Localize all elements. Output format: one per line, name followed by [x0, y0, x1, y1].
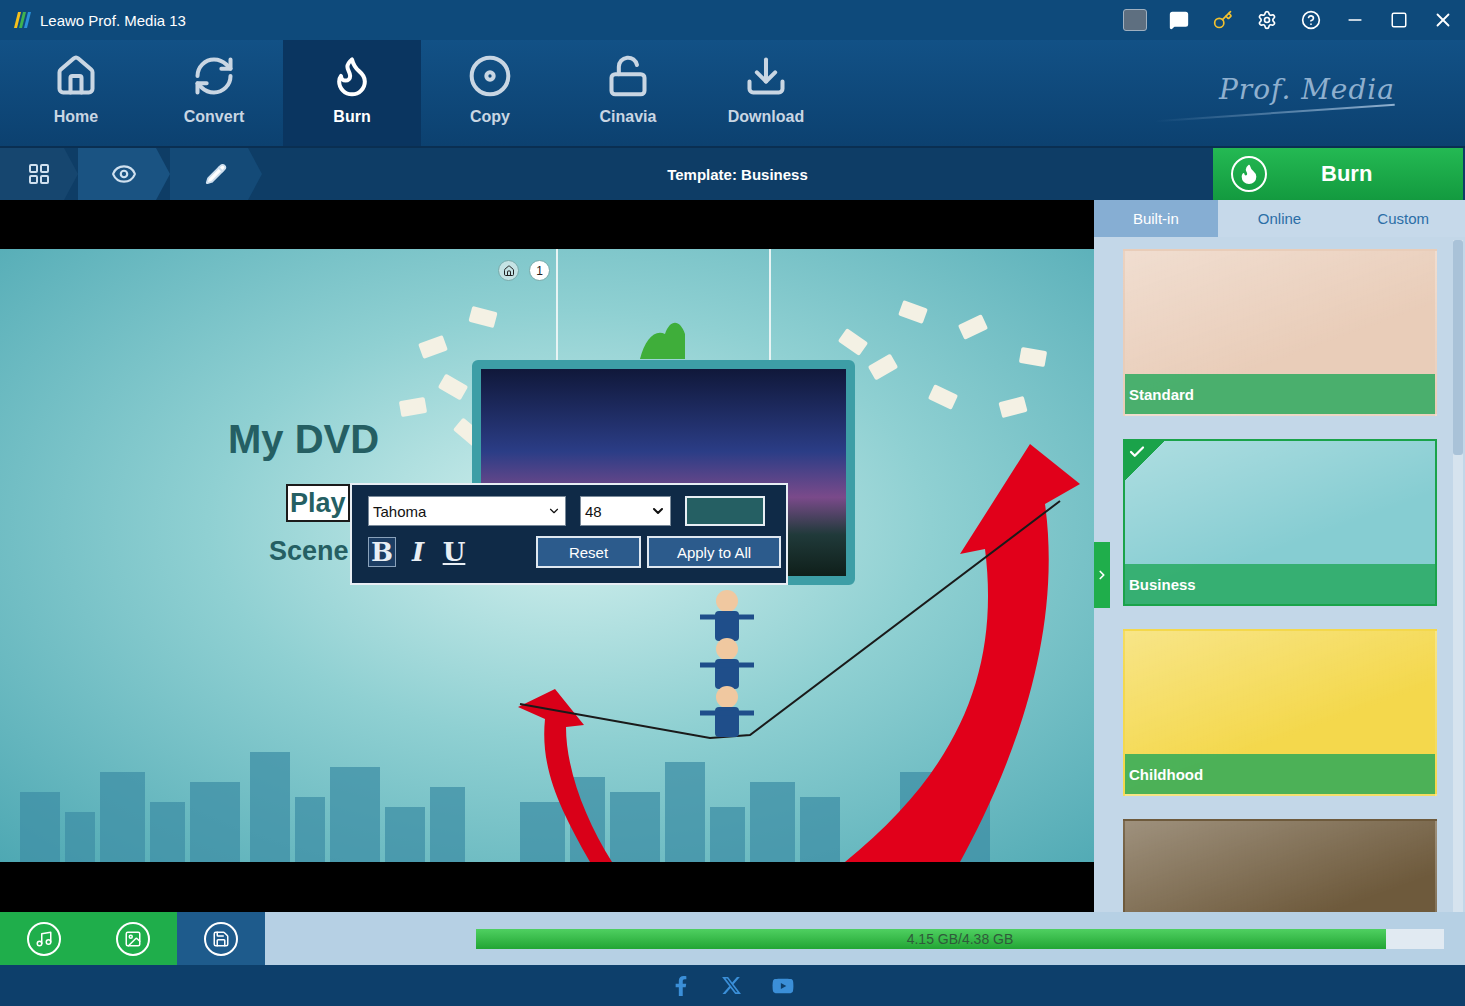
- color-swatch[interactable]: [685, 496, 765, 526]
- chat-icon: [1169, 10, 1189, 30]
- nav-item[interactable]: Copy: [421, 40, 559, 146]
- disc-usage-bar: 4.15 GB/4.38 GB: [476, 929, 1444, 949]
- flame-icon: [1238, 163, 1260, 185]
- menu-item[interactable]: Play: [286, 484, 350, 522]
- menu-item[interactable]: Scene: [265, 532, 353, 570]
- underline-button[interactable]: U: [440, 537, 468, 567]
- nav-item[interactable]: Convert: [145, 40, 283, 146]
- key-icon: [1213, 10, 1233, 30]
- close-button[interactable]: [1431, 8, 1455, 32]
- maximize-icon: [1390, 11, 1408, 29]
- module-nav: HomeConvertBurnCopyCinaviaDownload Prof. …: [0, 40, 1465, 148]
- settings-button[interactable]: [1255, 8, 1279, 32]
- overview-button[interactable]: [0, 148, 78, 200]
- burn-icon: [330, 54, 374, 98]
- bottom-bar: 4.15 GB/4.38 GB: [0, 912, 1465, 965]
- register-button[interactable]: [1211, 8, 1235, 32]
- font-select[interactable]: Tahoma: [368, 496, 566, 526]
- eye-icon: [111, 161, 137, 187]
- template-tab[interactable]: Custom: [1341, 200, 1465, 237]
- template-tab[interactable]: Built-in: [1094, 200, 1218, 237]
- image-icon: [124, 930, 142, 948]
- help-button[interactable]: [1299, 8, 1323, 32]
- size-select[interactable]: 48: [580, 496, 671, 526]
- toolbar: Template: BusinessBurn: [0, 148, 1465, 200]
- grid-icon: [27, 162, 51, 186]
- nav-item[interactable]: Cinavia: [559, 40, 697, 146]
- italic-button[interactable]: I: [404, 537, 432, 567]
- reset-button[interactable]: Reset: [536, 536, 641, 568]
- template-card[interactable]: Childhood: [1123, 629, 1437, 796]
- template-card[interactable]: Standard: [1123, 249, 1437, 416]
- gear-icon: [1257, 10, 1277, 30]
- menu-canvas: 1 My DVD Play Scene Tahoma 48 BIU ResetApply to…: [0, 249, 1094, 862]
- menu-title[interactable]: My DVD: [228, 417, 379, 462]
- youtube-icon[interactable]: [772, 975, 794, 997]
- template-name: Business: [1125, 564, 1435, 604]
- dropdown-arrow-icon: [650, 503, 666, 519]
- convert-icon: [192, 54, 236, 98]
- title-bar: Leawo Prof. Media 13: [0, 0, 1465, 40]
- save-icon: [212, 930, 230, 948]
- apply-all-button[interactable]: Apply to All: [647, 536, 781, 568]
- music-button[interactable]: [0, 912, 88, 965]
- panel-toggle[interactable]: [1094, 542, 1110, 608]
- copy-icon: [468, 54, 512, 98]
- app-logo-icon: [12, 10, 32, 30]
- dropdown-arrow-icon: [547, 504, 561, 518]
- template-scrollbar[interactable]: [1453, 240, 1463, 912]
- maximize-button[interactable]: [1387, 8, 1411, 32]
- save-button[interactable]: [177, 912, 265, 965]
- feedback-button[interactable]: [1167, 8, 1191, 32]
- font-editor: Tahoma 48 BIU ResetApply to All: [350, 483, 788, 585]
- template-card[interactable]: [1123, 819, 1437, 912]
- nav-item[interactable]: Home: [7, 40, 145, 146]
- menu-preview: 1 My DVD Play Scene Tahoma 48 BIU ResetApply to…: [0, 200, 1094, 912]
- arrow-right-icon: [1095, 568, 1109, 582]
- music-icon: [35, 930, 53, 948]
- check-icon: [1128, 443, 1146, 461]
- template-tab[interactable]: Online: [1218, 200, 1342, 237]
- template-panel: Built-inOnlineCustom Standard Business Chil…: [1094, 200, 1465, 912]
- main-area: 1 My DVD Play Scene Tahoma 48 BIU ResetApply to…: [0, 200, 1465, 912]
- cinavia-icon: [606, 54, 650, 98]
- nav-item[interactable]: Download: [697, 40, 835, 146]
- pencil-icon: [205, 163, 227, 185]
- footer: [0, 965, 1465, 1006]
- nav-item[interactable]: Burn: [283, 40, 421, 146]
- minimize-icon: [1345, 10, 1365, 30]
- page-button[interactable]: 1: [529, 260, 550, 281]
- template-card[interactable]: Business: [1123, 439, 1437, 606]
- home-icon: [503, 265, 515, 277]
- app-window: Leawo Prof. Media 13HomeConvertBurnCopyC…: [0, 0, 1465, 1006]
- window-title: Leawo Prof. Media 13: [40, 12, 1123, 29]
- selected-badge: [1125, 441, 1165, 481]
- help-icon: [1301, 10, 1321, 30]
- disc-usage-reading: 4.15 GB/4.38 GB: [476, 929, 1444, 949]
- bold-button[interactable]: B: [368, 537, 396, 567]
- brand-logo: Prof. Media: [1155, 73, 1395, 114]
- close-icon: [1432, 9, 1454, 31]
- facebook-icon[interactable]: [671, 976, 691, 996]
- minimize-button[interactable]: [1343, 8, 1367, 32]
- gpu-acceleration-icon[interactable]: [1123, 9, 1147, 31]
- preview-button[interactable]: [78, 148, 170, 200]
- template-list: Standard Business Childhood: [1094, 237, 1465, 912]
- burn-button[interactable]: Burn: [1213, 148, 1463, 200]
- home-icon: [54, 54, 98, 98]
- template-tabs: Built-inOnlineCustom: [1094, 200, 1465, 237]
- template-name: Childhood: [1125, 754, 1435, 794]
- image-button[interactable]: [88, 912, 177, 965]
- template-label: Template: Business: [262, 148, 1213, 200]
- edit-button[interactable]: [170, 148, 262, 200]
- home-page-button[interactable]: [498, 260, 519, 281]
- page-navigator: 1: [498, 260, 550, 281]
- x-icon[interactable]: [721, 975, 742, 996]
- download-icon: [744, 54, 788, 98]
- template-name: Standard: [1125, 374, 1435, 414]
